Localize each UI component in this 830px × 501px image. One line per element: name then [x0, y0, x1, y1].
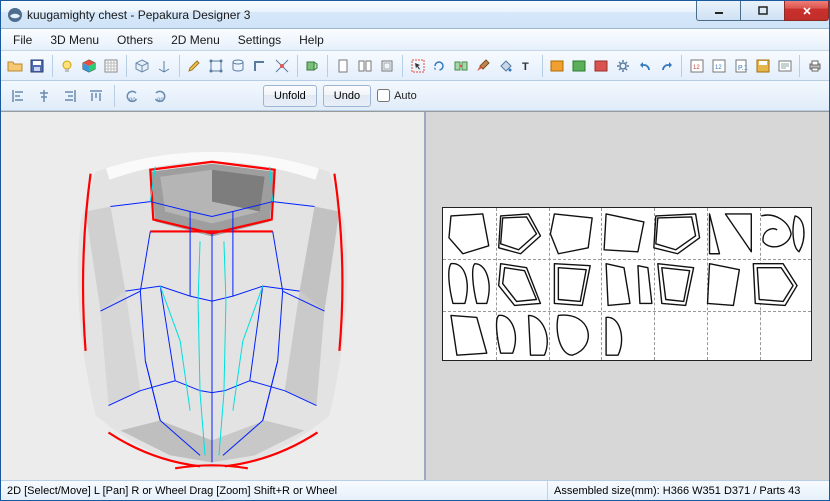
3d-model: [1, 112, 424, 480]
main-toolbar: T 12 12 P.1: [1, 51, 829, 81]
svg-text:12: 12: [693, 65, 700, 71]
auto-checkbox[interactable]: [377, 89, 390, 102]
workspace: [1, 111, 829, 480]
menu-2d[interactable]: 2D Menu: [163, 31, 228, 49]
svg-text:12: 12: [715, 65, 722, 71]
text-icon[interactable]: T: [517, 55, 537, 77]
svg-text:T: T: [522, 61, 529, 73]
arrow-select-icon[interactable]: [408, 55, 428, 77]
open-icon[interactable]: [5, 55, 25, 77]
statusbar: 2D [Select/Move] L [Pan] R or Wheel Drag…: [1, 480, 829, 500]
corner-icon[interactable]: [250, 55, 270, 77]
status-right: Assembled size(mm): H366 W351 D371 / Par…: [548, 481, 829, 500]
page-double-icon[interactable]: [355, 55, 375, 77]
menu-others[interactable]: Others: [109, 31, 161, 49]
app-window: kuugamighty chest - Pepakura Designer 3 …: [0, 0, 830, 501]
join-icon[interactable]: [451, 55, 471, 77]
align-top-icon[interactable]: [85, 85, 107, 107]
cube-icon[interactable]: [132, 55, 152, 77]
layout-sheet: [442, 207, 812, 361]
flap-icon[interactable]: [303, 55, 323, 77]
auto-checkbox-label[interactable]: Auto: [377, 89, 417, 102]
light-icon[interactable]: [58, 55, 78, 77]
undo-button[interactable]: Undo: [323, 85, 371, 107]
2d-viewport[interactable]: [426, 112, 829, 480]
maximize-button[interactable]: [740, 1, 785, 21]
tube-icon[interactable]: [228, 55, 248, 77]
3d-viewport[interactable]: [1, 112, 426, 480]
menubar: File 3D Menu Others 2D Menu Settings Hel…: [1, 29, 829, 51]
menu-settings[interactable]: Settings: [230, 31, 289, 49]
save-icon[interactable]: [27, 55, 47, 77]
align-right-icon[interactable]: [59, 85, 81, 107]
page-single-icon[interactable]: [333, 55, 353, 77]
window-controls: [697, 1, 829, 21]
save-disk-icon[interactable]: [753, 55, 773, 77]
pencil-icon[interactable]: [184, 55, 204, 77]
green-panel-icon[interactable]: [569, 55, 589, 77]
paintbrush-icon[interactable]: [473, 55, 493, 77]
unfolded-parts: [443, 208, 811, 361]
align-left-icon[interactable]: [7, 85, 29, 107]
paintbucket-icon[interactable]: [495, 55, 515, 77]
rotate-left-icon[interactable]: 90: [122, 85, 144, 107]
anchor-icon[interactable]: [206, 55, 226, 77]
orange-panel-icon[interactable]: [547, 55, 567, 77]
print-icon[interactable]: [805, 55, 825, 77]
options-icon[interactable]: [775, 55, 795, 77]
status-left: 2D [Select/Move] L [Pan] R or Wheel Drag…: [1, 481, 548, 500]
check-edges-icon[interactable]: [272, 55, 292, 77]
titlebar: kuugamighty chest - Pepakura Designer 3: [1, 1, 829, 29]
svg-text:90: 90: [157, 98, 164, 104]
numbers-2-icon[interactable]: 12: [709, 55, 729, 77]
auto-label-text: Auto: [394, 90, 417, 102]
close-button[interactable]: [784, 1, 829, 21]
red-panel-icon[interactable]: [591, 55, 611, 77]
menu-file[interactable]: File: [5, 31, 40, 49]
menu-3d[interactable]: 3D Menu: [42, 31, 107, 49]
rotate-icon[interactable]: [429, 55, 449, 77]
texture-icon[interactable]: [101, 55, 121, 77]
svg-text:90: 90: [129, 98, 136, 104]
window-title: kuugamighty chest - Pepakura Designer 3: [27, 8, 250, 22]
axis-icon[interactable]: [154, 55, 174, 77]
sub-toolbar: 90 90 Unfold Undo Auto: [1, 81, 829, 111]
page1-icon[interactable]: P.1: [731, 55, 751, 77]
minimize-button[interactable]: [696, 1, 741, 21]
outline-icon[interactable]: [377, 55, 397, 77]
align-center-icon[interactable]: [33, 85, 55, 107]
numbers-1-icon[interactable]: 12: [687, 55, 707, 77]
app-icon: [7, 7, 23, 23]
undo-icon[interactable]: [635, 55, 655, 77]
rotate-right-icon[interactable]: 90: [148, 85, 170, 107]
menu-help[interactable]: Help: [291, 31, 332, 49]
redo-icon[interactable]: [657, 55, 677, 77]
svg-text:P.1: P.1: [738, 65, 748, 72]
cube-color-icon[interactable]: [79, 55, 99, 77]
gear-icon[interactable]: [613, 55, 633, 77]
unfold-button[interactable]: Unfold: [263, 85, 317, 107]
